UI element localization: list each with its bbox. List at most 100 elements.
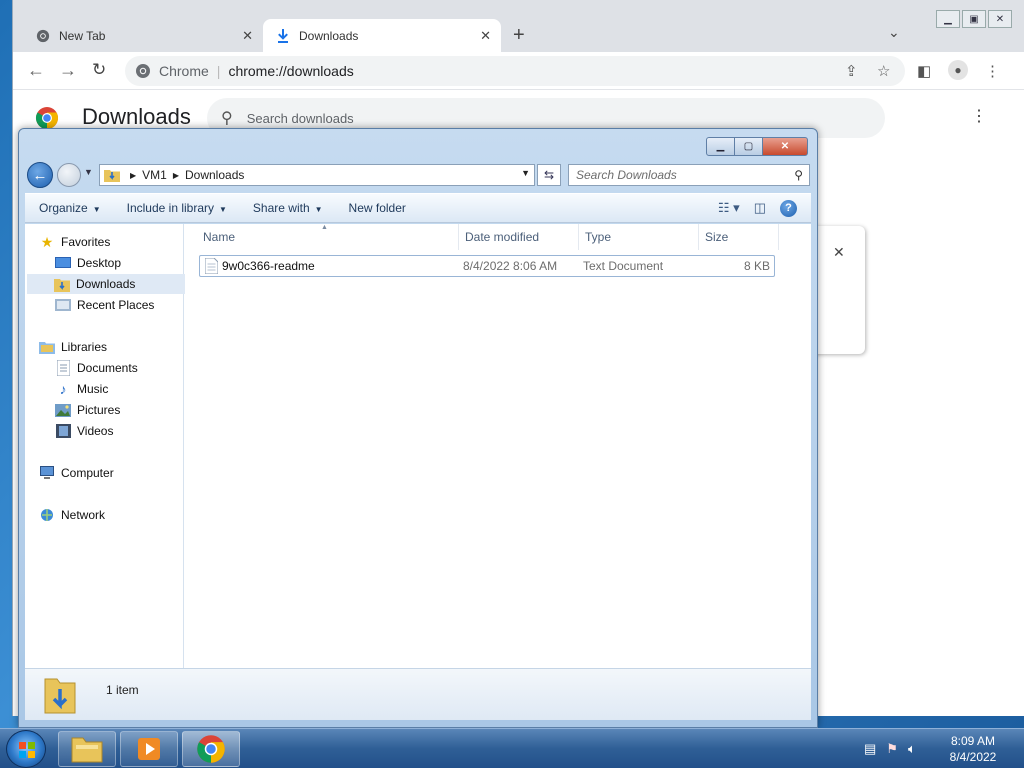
tab-new-tab[interactable]: New Tab ✕ <box>23 19 263 52</box>
nav-documents[interactable]: Documents <box>55 358 138 378</box>
more-actions-icon[interactable]: ⋮ <box>971 106 987 126</box>
address-dropdown-icon[interactable]: ▼ <box>521 168 530 178</box>
organize-button[interactable]: Organize ▼ <box>39 201 101 215</box>
downloads-folder-icon <box>43 675 77 718</box>
new-folder-label: New folder <box>348 201 406 215</box>
start-button[interactable] <box>6 730 46 768</box>
column-type[interactable]: Type <box>579 224 699 250</box>
nav-desktop[interactable]: Desktop <box>55 253 121 273</box>
desktop-icon <box>55 255 71 271</box>
nav-libraries[interactable]: Libraries <box>39 337 107 357</box>
side-panel-icon[interactable]: ◧ <box>917 62 931 80</box>
volume-icon[interactable]: 🔈︎ <box>908 741 916 757</box>
download-icon <box>275 28 291 44</box>
breadcrumb[interactable]: ▶ VM1 ▶ Downloads ▼ <box>99 164 535 186</box>
remove-download-icon[interactable]: ✕ <box>833 244 845 261</box>
caret-down-icon: ▼ <box>219 205 227 214</box>
maximize-button[interactable]: ▢ <box>734 137 763 156</box>
explorer-window-controls: ▁ ▢ ✕ <box>706 137 808 156</box>
nav-music[interactable]: ♪ Music <box>55 379 109 399</box>
file-size: 8 KB <box>743 259 770 273</box>
nav-label: Libraries <box>61 340 108 354</box>
nav-label: Desktop <box>77 256 122 270</box>
computer-icon <box>39 465 55 481</box>
nav-network[interactable]: Network <box>39 505 105 525</box>
column-header: Name ▲ Date modified Type Size <box>185 224 811 250</box>
include-in-library-label: Include in library <box>126 201 214 215</box>
clock[interactable]: 8:09 AM 8/4/2022 <box>940 733 1006 765</box>
bookmark-star-icon[interactable]: ☆ <box>877 62 890 80</box>
close-button[interactable]: ✕ <box>762 137 808 156</box>
taskbar-explorer[interactable] <box>58 731 116 767</box>
column-size[interactable]: Size <box>699 224 779 250</box>
breadcrumb-vm1[interactable]: VM1 <box>142 168 167 182</box>
downloads-folder-icon <box>54 276 70 292</box>
media-player-icon <box>138 738 160 760</box>
folder-icon <box>71 737 103 763</box>
new-tab-button[interactable]: + <box>513 24 525 47</box>
recent-places-icon <box>55 297 71 313</box>
nav-recent-places[interactable]: Recent Places <box>55 295 154 315</box>
tab-strip: New Tab ✕ Downloads ✕ + ⌄ ▁ ▣ ✕ <box>13 0 1024 52</box>
address-bar[interactable]: Chrome | chrome://downloads <box>125 56 905 86</box>
taskbar-chrome[interactable] <box>182 731 240 767</box>
site-label: Chrome <box>159 63 209 79</box>
libraries-icon <box>39 339 55 355</box>
nav-label: Documents <box>77 361 138 375</box>
tab-downloads[interactable]: Downloads ✕ <box>263 19 501 52</box>
column-date-modified[interactable]: Date modified <box>459 224 579 250</box>
pictures-icon <box>55 402 71 418</box>
share-icon[interactable]: ⇪ <box>845 62 858 80</box>
file-row[interactable]: 9w0c366-readme 8/4/2022 8:06 AM Text Doc… <box>199 255 775 277</box>
explorer-body: ★ Favorites Desktop Downloads Recent Pla… <box>25 224 811 668</box>
nav-favorites[interactable]: ★ Favorites <box>39 232 111 252</box>
breadcrumb-arrow-icon[interactable]: ▶ <box>173 171 179 180</box>
maximize-button[interactable]: ▣ <box>962 10 986 28</box>
share-with-button[interactable]: Share with ▼ <box>253 201 323 215</box>
network-tray-icon[interactable]: ▤ <box>864 741 876 757</box>
new-folder-button[interactable]: New folder <box>349 201 406 215</box>
refresh-button[interactable]: ⇆ <box>537 164 561 186</box>
url-text: chrome://downloads <box>228 63 354 79</box>
view-options-icon[interactable]: ☷ ▾ <box>718 200 740 216</box>
item-count: 1 item <box>106 683 139 697</box>
taskbar: ▤ ⚑ 🔈︎ 8:09 AM 8/4/2022 <box>0 728 1024 768</box>
close-tab-icon[interactable]: ✕ <box>242 28 253 44</box>
back-arrow-icon[interactable]: ← <box>27 60 45 81</box>
chevron-down-icon[interactable]: ⌄ <box>888 24 900 41</box>
column-name[interactable]: Name <box>197 224 459 250</box>
minimize-button[interactable]: ▁ <box>936 10 960 28</box>
close-button[interactable]: ✕ <box>988 10 1012 28</box>
breadcrumb-arrow-icon[interactable]: ▶ <box>130 171 136 180</box>
help-icon[interactable]: ? <box>780 199 797 217</box>
nav-label: Computer <box>61 466 114 480</box>
recent-pages-dropdown[interactable]: ▼ <box>84 167 93 177</box>
file-date-modified: 8/4/2022 8:06 AM <box>463 259 558 273</box>
chrome-logo-icon <box>35 106 59 130</box>
nav-downloads[interactable]: Downloads <box>27 274 185 294</box>
explorer-window: ▁ ▢ ✕ ← ▼ ▶ VM1 ▶ Downloads ▼ ⇆ Search D… <box>18 128 818 728</box>
sort-ascending-icon: ▲ <box>321 224 328 231</box>
nav-label: Favorites <box>61 235 111 249</box>
minimize-button[interactable]: ▁ <box>706 137 735 156</box>
include-in-library-button[interactable]: Include in library ▼ <box>127 201 227 215</box>
close-tab-icon[interactable]: ✕ <box>480 28 491 44</box>
nav-computer[interactable]: Computer <box>39 463 114 483</box>
clock-time: 8:09 AM <box>950 734 996 748</box>
nav-videos[interactable]: Videos <box>55 421 113 441</box>
command-bar: Organize ▼ Include in library ▼ Share with… <box>25 193 811 223</box>
tab-title: New Tab <box>59 28 106 43</box>
nav-pictures[interactable]: Pictures <box>55 400 120 420</box>
forward-arrow-icon[interactable]: → <box>59 60 77 81</box>
taskbar-media-player[interactable] <box>120 731 178 767</box>
reload-icon[interactable]: ↻ <box>92 60 106 80</box>
profile-avatar[interactable]: ● <box>948 60 968 80</box>
kebab-menu-icon[interactable]: ⋮ <box>985 62 1000 80</box>
back-button[interactable]: ← <box>27 162 53 188</box>
preview-pane-icon[interactable]: ◫ <box>754 200 766 216</box>
action-center-flag-icon[interactable]: ⚑ <box>886 741 898 757</box>
system-tray: ▤ ⚑ 🔈︎ <box>864 729 926 768</box>
search-downloads-input[interactable]: Search Downloads ⚲ <box>568 164 810 186</box>
forward-button[interactable] <box>57 163 81 187</box>
breadcrumb-downloads[interactable]: Downloads <box>185 168 244 182</box>
